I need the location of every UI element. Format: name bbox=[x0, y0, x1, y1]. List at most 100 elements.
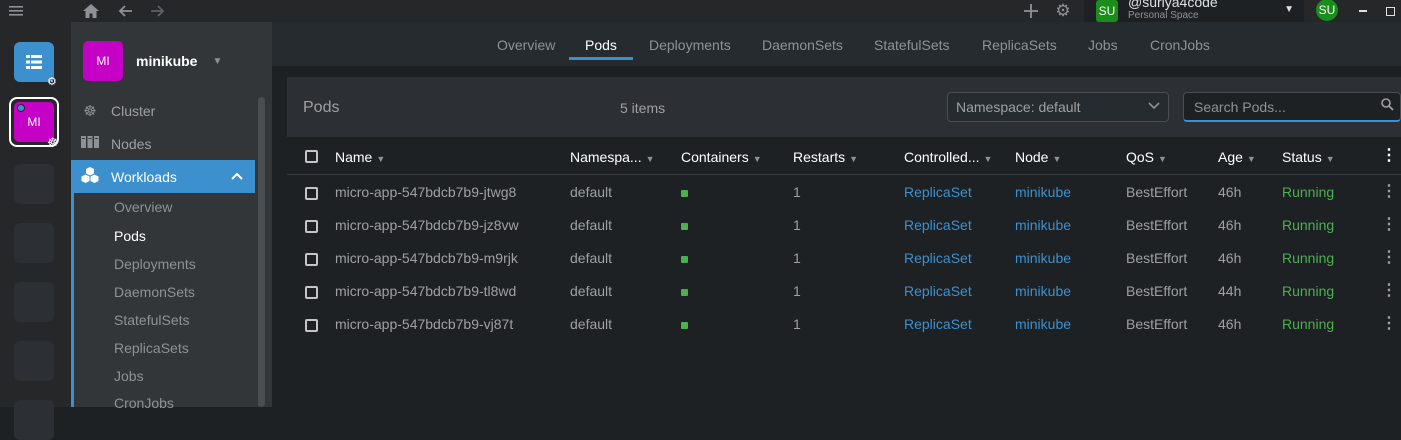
row-menu-icon[interactable]: ⋮ bbox=[1381, 313, 1397, 333]
sidebar-item-label: Cluster bbox=[111, 102, 156, 119]
column-header-qos[interactable]: QoS ▼ bbox=[1126, 149, 1167, 165]
cluster-name: minikube bbox=[136, 53, 198, 69]
column-header-node[interactable]: Node ▼ bbox=[1015, 149, 1061, 165]
arrow-left-icon[interactable] bbox=[114, 0, 136, 22]
row-menu-icon[interactable]: ⋮ bbox=[1381, 280, 1397, 300]
cell-status: Running bbox=[1282, 250, 1335, 266]
search-icon[interactable] bbox=[1381, 98, 1394, 114]
maximize-icon[interactable] bbox=[1383, 0, 1397, 22]
namespace-select[interactable]: Namespace: default bbox=[947, 92, 1169, 122]
sort-icon: ▼ bbox=[1158, 154, 1167, 164]
table-header: Name ▼ Namespa... ▼ Containers ▼ Restarts ▼ … bbox=[287, 137, 1401, 175]
plus-icon[interactable] bbox=[1020, 0, 1042, 22]
sidebar-subitem-replicasets[interactable]: ReplicaSets bbox=[114, 340, 189, 356]
row-checkbox[interactable] bbox=[305, 319, 318, 332]
list-icon bbox=[26, 55, 42, 69]
hotbar-empty-slot[interactable] bbox=[14, 223, 54, 263]
helm-wheel-icon: ☸ bbox=[47, 135, 59, 150]
tab-replicasets[interactable]: ReplicaSets bbox=[982, 37, 1057, 53]
cell-qos: BestEffort bbox=[1126, 217, 1188, 233]
sidebar-item-workloads[interactable]: Workloads bbox=[71, 160, 255, 193]
row-menu-icon[interactable]: ⋮ bbox=[1381, 214, 1397, 234]
hotbar-cluster-button[interactable]: MI ☸ bbox=[9, 97, 59, 150]
sidebar-item-cluster[interactable]: ☸ Cluster bbox=[71, 94, 255, 127]
chevron-up-icon bbox=[231, 167, 243, 183]
table-row[interactable]: micro-app-547bdcb7b9-vj87t default 1 Rep… bbox=[287, 308, 1401, 341]
cluster-header[interactable]: MI minikube ▼ bbox=[83, 41, 222, 81]
cell-node-link[interactable]: minikube bbox=[1015, 316, 1071, 332]
user-avatar[interactable]: SU bbox=[1316, 0, 1338, 21]
cell-node-link[interactable]: minikube bbox=[1015, 184, 1071, 200]
cell-controlled-by-link[interactable]: ReplicaSet bbox=[904, 316, 972, 332]
tab-overview[interactable]: Overview bbox=[497, 37, 555, 53]
row-checkbox[interactable] bbox=[305, 286, 318, 299]
table-row[interactable]: micro-app-547bdcb7b9-jz8vw default 1 Rep… bbox=[287, 209, 1401, 242]
sidebar-subitem-cronjobs[interactable]: CronJobs bbox=[114, 395, 174, 411]
sidebar-subitem-overview[interactable]: Overview bbox=[114, 199, 172, 215]
row-menu-icon[interactable]: ⋮ bbox=[1381, 181, 1397, 201]
cell-status: Running bbox=[1282, 217, 1335, 233]
cell-controlled-by-link[interactable]: ReplicaSet bbox=[904, 250, 972, 266]
hotbar: ⚙ MI ☸ bbox=[0, 22, 71, 440]
sort-icon: ▼ bbox=[1325, 154, 1335, 164]
search-input[interactable] bbox=[1184, 93, 1374, 121]
row-checkbox[interactable] bbox=[305, 187, 318, 200]
arrow-right-icon[interactable] bbox=[147, 0, 169, 22]
sort-icon: ▼ bbox=[849, 154, 859, 164]
sidebar-subitem-pods[interactable]: Pods bbox=[114, 228, 146, 244]
table-row[interactable]: micro-app-547bdcb7b9-tl8wd default 1 Rep… bbox=[287, 275, 1401, 308]
sidebar-subitem-statefulsets[interactable]: StatefulSets bbox=[114, 312, 190, 328]
table-row[interactable]: micro-app-547bdcb7b9-m9rjk default 1 Rep… bbox=[287, 242, 1401, 275]
tab-deployments[interactable]: Deployments bbox=[649, 37, 731, 53]
sidebar-subitem-jobs[interactable]: Jobs bbox=[114, 368, 144, 384]
cell-node-link[interactable]: minikube bbox=[1015, 217, 1071, 233]
hotbar-empty-slot[interactable] bbox=[14, 341, 54, 381]
container-status-indicator bbox=[681, 289, 688, 296]
sidebar-scrollbar[interactable] bbox=[258, 97, 265, 407]
tab-pods[interactable]: Pods bbox=[585, 37, 617, 53]
chevron-down-icon: ▼ bbox=[1284, 4, 1294, 15]
hotbar-empty-slot[interactable] bbox=[14, 164, 54, 204]
column-header-containers[interactable]: Containers ▼ bbox=[681, 149, 762, 165]
column-header-age[interactable]: Age ▼ bbox=[1218, 149, 1256, 165]
cell-controlled-by-link[interactable]: ReplicaSet bbox=[904, 184, 972, 200]
hotbar-empty-slot[interactable] bbox=[14, 282, 54, 322]
column-label: Containers bbox=[681, 149, 749, 165]
cell-controlled-by-link[interactable]: ReplicaSet bbox=[904, 283, 972, 299]
sidebar-subitem-daemonsets[interactable]: DaemonSets bbox=[114, 284, 195, 300]
column-header-name[interactable]: Name ▼ bbox=[335, 149, 385, 165]
select-all-checkbox[interactable] bbox=[305, 150, 318, 163]
tab-jobs[interactable]: Jobs bbox=[1088, 37, 1118, 53]
row-menu-icon[interactable]: ⋮ bbox=[1381, 247, 1397, 267]
sidebar-subitem-deployments[interactable]: Deployments bbox=[114, 256, 196, 272]
item-count: 5 items bbox=[620, 100, 666, 116]
column-header-namespace[interactable]: Namespa... ▼ bbox=[570, 149, 655, 165]
cell-age: 44h bbox=[1218, 283, 1242, 299]
tab-cronjobs[interactable]: CronJobs bbox=[1150, 37, 1210, 53]
cell-name: micro-app-547bdcb7b9-m9rjk bbox=[335, 250, 518, 266]
cell-status: Running bbox=[1282, 316, 1335, 332]
table-row[interactable]: micro-app-547bdcb7b9-jtwg8 default 1 Rep… bbox=[287, 176, 1401, 209]
column-menu-icon[interactable]: ⋮ bbox=[1381, 145, 1397, 165]
column-header-restarts[interactable]: Restarts ▼ bbox=[793, 149, 858, 165]
tab-daemonsets[interactable]: DaemonSets bbox=[762, 37, 843, 53]
gear-icon[interactable]: ⚙ bbox=[1052, 0, 1074, 22]
sidebar-item-nodes[interactable]: Nodes bbox=[71, 127, 255, 160]
home-icon[interactable] bbox=[80, 0, 102, 22]
cell-age: 46h bbox=[1218, 250, 1242, 266]
minimize-icon[interactable] bbox=[1356, 0, 1370, 22]
cell-node-link[interactable]: minikube bbox=[1015, 283, 1071, 299]
column-header-controlled-by[interactable]: Controlled... ▼ bbox=[904, 149, 992, 165]
tab-statefulsets[interactable]: StatefulSets bbox=[874, 37, 950, 53]
cell-node-link[interactable]: minikube bbox=[1015, 250, 1071, 266]
cell-name: micro-app-547bdcb7b9-tl8wd bbox=[335, 283, 517, 299]
cell-restarts: 1 bbox=[793, 217, 801, 233]
row-checkbox[interactable] bbox=[305, 220, 318, 233]
row-checkbox[interactable] bbox=[305, 253, 318, 266]
cell-status: Running bbox=[1282, 184, 1335, 200]
hotbar-empty-slot[interactable] bbox=[14, 400, 54, 440]
hamburger-icon[interactable] bbox=[6, 0, 26, 22]
cell-controlled-by-link[interactable]: ReplicaSet bbox=[904, 217, 972, 233]
cell-status: Running bbox=[1282, 283, 1335, 299]
column-header-status[interactable]: Status ▼ bbox=[1282, 149, 1335, 165]
